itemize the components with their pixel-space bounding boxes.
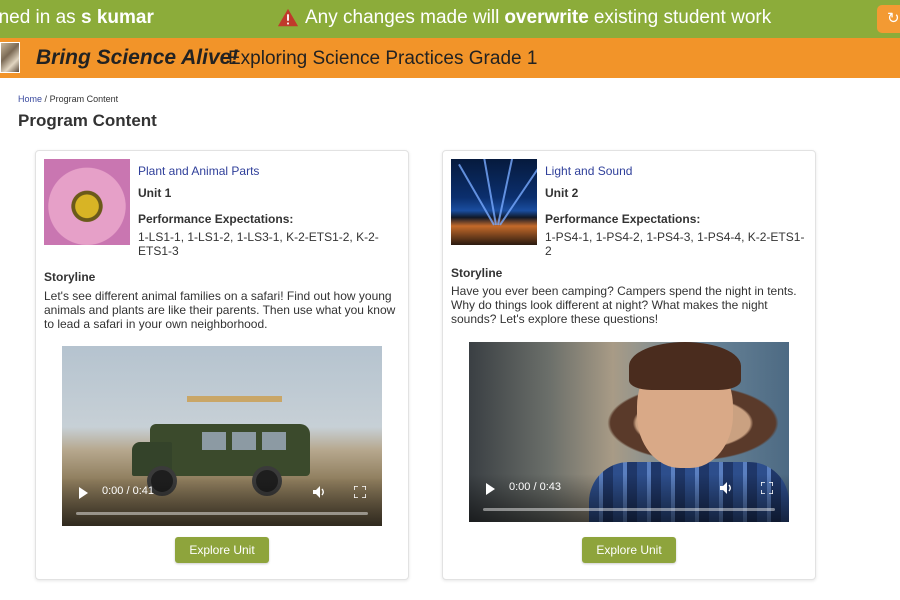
unit-card: Plant and Animal Parts Unit 1 Performanc…: [35, 150, 409, 580]
fullscreen-icon[interactable]: [354, 486, 366, 498]
video-progress-bar[interactable]: [483, 508, 775, 511]
explore-unit-button[interactable]: Explore Unit: [175, 537, 269, 563]
fullscreen-icon[interactable]: [761, 482, 773, 494]
unit-number: Unit 1: [138, 186, 172, 200]
video-time: 0:00 / 0:41: [102, 485, 154, 497]
explore-unit-button[interactable]: Explore Unit: [582, 537, 676, 563]
storyline-label: Storyline: [451, 266, 503, 280]
unit-video-player[interactable]: 0:00 / 0:41: [62, 346, 382, 526]
breadcrumb: Home / Program Content: [18, 94, 118, 104]
play-icon[interactable]: [486, 483, 495, 495]
unit-number: Unit 2: [545, 186, 579, 200]
unit-card: Light and Sound Unit 2 Performance Expec…: [442, 150, 816, 580]
performance-expectations-label: Performance Expectations:: [138, 212, 294, 226]
performance-expectations-value: 1-PS4-1, 1-PS4-2, 1-PS4-3, 1-PS4-4, K-2-…: [545, 230, 805, 258]
boy-image-hair: [629, 342, 741, 390]
top-warning-bar: gned in as s kumar Any changes made will…: [0, 0, 900, 38]
brand-logo-text: Bring Science Alive!: [36, 46, 239, 69]
storyline-label: Storyline: [44, 270, 96, 284]
video-time: 0:00 / 0:43: [509, 481, 561, 493]
refresh-icon: ↻: [887, 10, 900, 27]
volume-icon[interactable]: [719, 481, 733, 495]
play-icon[interactable]: [79, 487, 88, 499]
warning-text-bold: overwrite: [504, 7, 589, 28]
city-lights-image: [451, 159, 537, 245]
video-controls: 0:00 / 0:41: [62, 478, 382, 526]
storyline-text: Let's see different animal families on a…: [44, 289, 396, 331]
page-title: Program Content: [18, 111, 157, 130]
performance-expectations-value: 1-LS1-1, 1-LS1-2, 1-LS3-1, K-2-ETS1-2, K…: [138, 230, 379, 258]
program-logo-image: [0, 42, 20, 73]
username: s kumar: [80, 7, 154, 28]
storyline-text: Have you ever been camping? Campers spen…: [451, 284, 797, 326]
breadcrumb-separator: /: [44, 94, 48, 104]
signed-in-text: gned in as s kumar: [0, 7, 154, 29]
warning-icon: [277, 8, 299, 27]
program-subtitle: Exploring Science Practices Grade 1: [228, 48, 538, 69]
video-progress-bar[interactable]: [76, 512, 368, 515]
breadcrumb-home-link[interactable]: Home: [18, 94, 42, 104]
signed-in-prefix: gned in as: [0, 7, 76, 28]
overwrite-warning: Any changes made will overwrite existing…: [277, 7, 771, 29]
unit-title-link[interactable]: Light and Sound: [545, 164, 632, 178]
unit-title-link[interactable]: Plant and Animal Parts: [138, 164, 259, 178]
breadcrumb-current: Program Content: [49, 94, 119, 104]
unit-video-player[interactable]: 0:00 / 0:43: [469, 342, 789, 522]
performance-expectations-label: Performance Expectations:: [545, 212, 701, 226]
bee-flower-image: [44, 159, 130, 245]
video-controls: 0:00 / 0:43: [469, 474, 789, 522]
volume-icon[interactable]: [312, 485, 326, 499]
warning-text-after: existing student work: [593, 7, 772, 28]
refresh-button[interactable]: ↻: [877, 5, 900, 33]
warning-text-before: Any changes made will: [305, 7, 500, 28]
